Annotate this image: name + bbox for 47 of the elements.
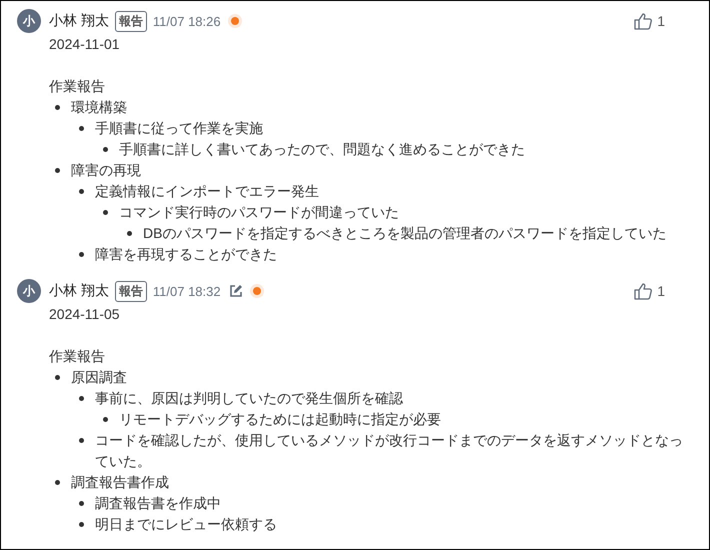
edit-icon[interactable] xyxy=(228,284,243,298)
bullet-icon xyxy=(79,126,84,131)
bullet-icon xyxy=(103,417,108,422)
bullet-icon xyxy=(79,438,84,443)
bullet-icon xyxy=(55,480,60,485)
list-item-text: リモートデバッグするためには起動時に指定が必要 xyxy=(119,410,442,429)
bullet-icon xyxy=(103,147,108,152)
tag-label: 報告 xyxy=(114,10,147,32)
bullet-icon xyxy=(127,231,132,236)
list-item-text: コマンド実行時のパスワードが間違っていた xyxy=(119,203,400,222)
list-item-text: 原因調査 xyxy=(71,368,128,387)
list-item-text: コードを確認したが、使用しているメソッドが改行コードまでのデータを返すメソッドとなっていた。 xyxy=(95,431,684,471)
like-count: 1 xyxy=(657,13,665,29)
author-name: 小林 翔太 xyxy=(49,282,109,300)
list-item-text: 障害の再現 xyxy=(71,161,142,180)
timestamp: 11/07 18:26 xyxy=(152,14,221,28)
bullet-icon xyxy=(55,375,60,380)
thumbs-up-icon[interactable] xyxy=(633,12,654,30)
date-text: 2024-11-01 xyxy=(49,35,121,54)
bullet-icon xyxy=(79,522,84,527)
list-item-text: 手順書に詳しく書いてあったので、問題なく進めることができた xyxy=(119,140,526,159)
author-name: 小林 翔太 xyxy=(49,12,109,30)
list-item-text: DBのパスワードを指定するべきところを製品の管理者のパスワードを指定していた xyxy=(143,224,668,243)
list-item-text: 調査報告書作成 xyxy=(71,473,170,492)
tag-label: 報告 xyxy=(114,280,147,302)
list-item-text: 定義情報にインポートでエラー発生 xyxy=(95,182,320,201)
bullet-icon xyxy=(79,189,84,194)
list-item-text: 明日までにレビュー依頼する xyxy=(95,515,278,534)
report-heading: 作業報告 xyxy=(49,347,106,366)
bullet-icon xyxy=(79,396,84,401)
list-item-text: 障害を再現することができた xyxy=(95,245,278,264)
bullet-icon xyxy=(79,501,84,506)
report-heading: 作業報告 xyxy=(49,77,106,96)
list-item-text: 調査報告書を作成中 xyxy=(95,494,222,513)
timestamp: 11/07 18:32 xyxy=(152,284,221,298)
avatar: 小 xyxy=(17,9,41,33)
list-item-text: 手順書に従って作業を実施 xyxy=(95,119,264,138)
bullet-icon xyxy=(55,105,60,110)
like-count: 1 xyxy=(657,283,665,299)
list-item-text: 環境構築 xyxy=(71,98,128,117)
avatar: 小 xyxy=(17,279,41,303)
bullet-icon xyxy=(79,252,84,257)
bullet-icon xyxy=(103,210,108,215)
date-text: 2024-11-05 xyxy=(49,305,121,324)
list-item-text: 事前に、原因は判明していたので発生個所を確認 xyxy=(95,389,404,408)
bullet-icon xyxy=(55,168,60,173)
thumbs-up-icon[interactable] xyxy=(633,282,654,300)
